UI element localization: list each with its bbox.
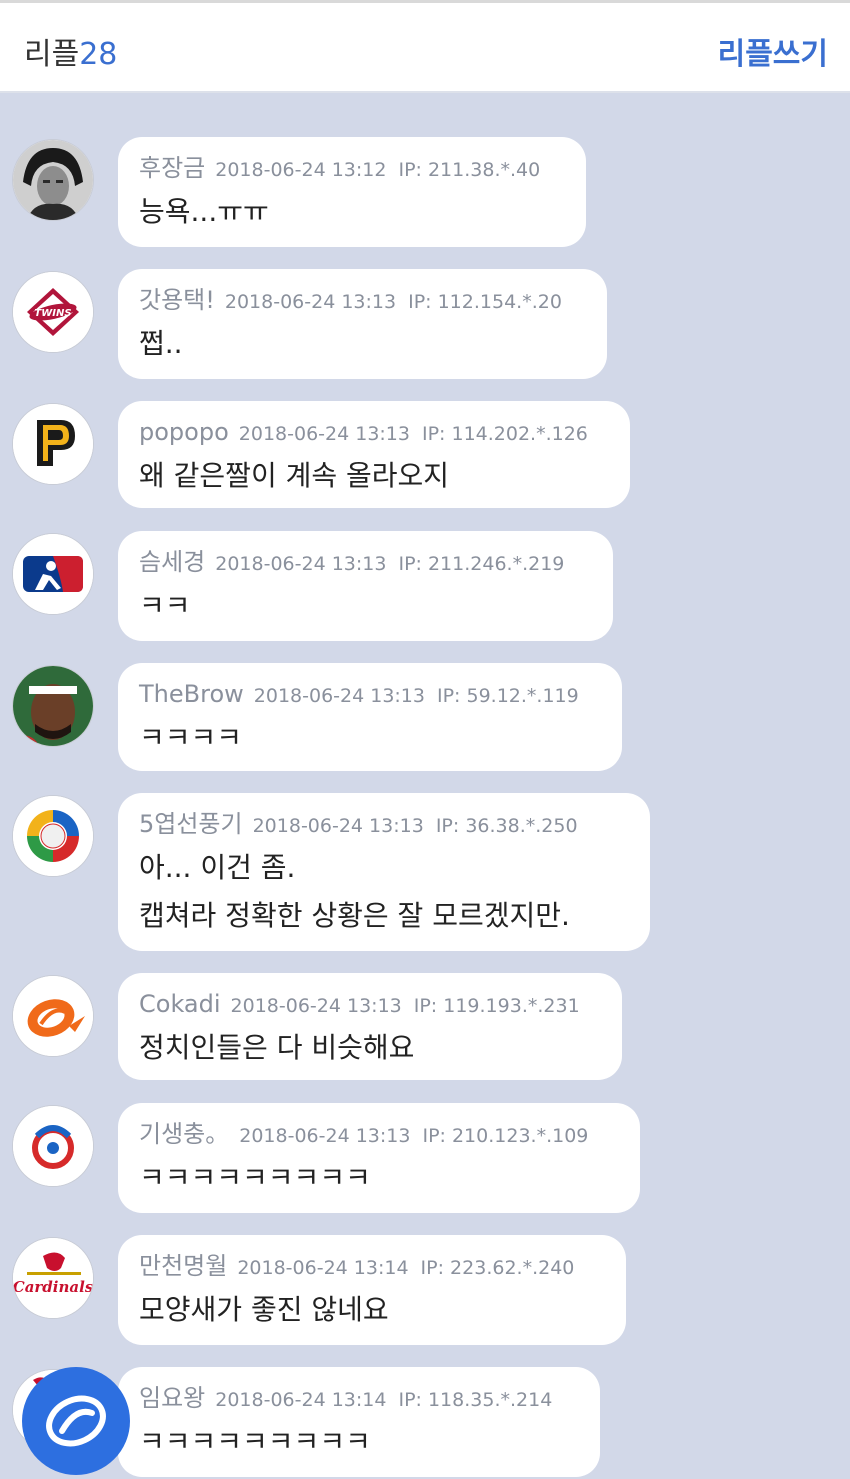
- comment-ip: IP: 211.246.*.219: [398, 553, 565, 575]
- comment-date: 2018-06-24 13:14: [215, 1389, 387, 1411]
- comment-meta: 후장금 2018-06-24 13:12 IP: 211.38.*.40: [139, 151, 566, 188]
- comment-text: 아... 이건 좀.: [139, 851, 296, 884]
- reply-count: 28: [79, 37, 118, 72]
- comment-ip: IP: 112.154.*.20: [408, 291, 562, 313]
- comment-text: 왜 같은짤이 계속 올라오지: [139, 459, 450, 492]
- comment-bubble: 슴세경 2018-06-24 13:13 IP: 211.246.*.219 ㅋㅋ: [118, 531, 613, 641]
- comment-date: 2018-06-24 13:14: [237, 1257, 409, 1279]
- comment-ip: IP: 59.12.*.119: [436, 685, 579, 707]
- reply-label-text: 리플: [24, 37, 80, 72]
- comment-date: 2018-06-24 13:13: [238, 423, 410, 445]
- comment-ip: IP: 211.38.*.40: [398, 159, 541, 181]
- comment-meta: 만천명월 2018-06-24 13:14 IP: 223.62.*.240: [139, 1249, 606, 1286]
- reply-count-label: 리플28: [24, 29, 117, 73]
- comment-bubble: 만천명월 2018-06-24 13:14 IP: 223.62.*.240 모양새…: [118, 1235, 626, 1345]
- comment-nickname[interactable]: 5엽선풍기: [139, 810, 243, 838]
- comment-nickname[interactable]: Cokadi: [139, 990, 221, 1018]
- comment-meta: Cokadi 2018-06-24 13:13 IP: 119.193.*.231: [139, 987, 602, 1024]
- comment-date: 2018-06-24 13:13: [239, 1125, 411, 1147]
- comment-bubble: TheBrow 2018-06-24 13:13 IP: 59.12.*.119 ㅋ…: [118, 663, 622, 771]
- cardinals-logo-icon[interactable]: Cardinals: [12, 1237, 94, 1319]
- comment-date: 2018-06-24 13:12: [215, 159, 387, 181]
- mlb-logo-icon[interactable]: [12, 533, 94, 615]
- wbc-logo-icon[interactable]: [12, 795, 94, 877]
- comment-bubble: popopo 2018-06-24 13:13 IP: 114.202.*.126 …: [118, 401, 630, 508]
- svg-text:TWINS: TWINS: [34, 308, 71, 319]
- pirates-logo-icon[interactable]: [12, 403, 94, 485]
- comment-date: 2018-06-24 13:13: [253, 685, 425, 707]
- comment-meta: 5엽선풍기 2018-06-24 13:13 IP: 36.38.*.250: [139, 807, 630, 844]
- comment-meta: 갓용택! 2018-06-24 13:13 IP: 112.154.*.20: [139, 283, 587, 320]
- comment-date: 2018-06-24 13:13: [215, 553, 387, 575]
- comment-nickname[interactable]: 갓용택!: [139, 286, 215, 314]
- comment-text: 모양새가 좋진 않네요: [139, 1293, 389, 1326]
- write-reply-button[interactable]: 리플쓰기: [718, 29, 828, 73]
- player-avatar-icon[interactable]: [12, 665, 94, 747]
- comment-meta: 슴세경 2018-06-24 13:13 IP: 211.246.*.219: [139, 545, 593, 582]
- comment-bubble: 후장금 2018-06-24 13:12 IP: 211.38.*.40 능욕...…: [118, 137, 586, 247]
- comment-date: 2018-06-24 13:13: [224, 291, 397, 313]
- comment-text: ㅋㅋ: [139, 589, 191, 622]
- comment-nickname[interactable]: 만천명월: [139, 1252, 227, 1280]
- comment-nickname[interactable]: 임요왕: [139, 1384, 205, 1412]
- comment-meta: 기생충。 2018-06-24 13:13 IP: 210.123.*.109: [139, 1117, 620, 1154]
- comment-nickname[interactable]: popopo: [139, 418, 229, 446]
- portrait-avatar-icon[interactable]: [12, 139, 94, 221]
- svg-text:Cardinals: Cardinals: [13, 1278, 93, 1296]
- comment-ip: IP: 210.123.*.109: [422, 1125, 589, 1147]
- comment-nickname[interactable]: 슴세경: [139, 548, 205, 576]
- comment-ip: IP: 36.38.*.250: [435, 815, 578, 837]
- comment-text: 쩝..: [139, 327, 183, 360]
- comment-text: 정치인들은 다 비슷해요: [139, 1031, 415, 1064]
- comment-text: ㅋㅋㅋㅋㅋㅋㅋㅋㅋ: [139, 1161, 371, 1194]
- kbo-logo-icon[interactable]: [12, 1105, 94, 1187]
- comment-ip: IP: 119.193.*.231: [413, 995, 580, 1017]
- comment-nickname[interactable]: TheBrow: [139, 680, 244, 708]
- comment-bubble: 임요왕 2018-06-24 13:14 IP: 118.35.*.214 ㅋㅋㅋㅋ…: [118, 1367, 600, 1477]
- comment-text: 능욕...ㅠㅠ: [139, 195, 269, 228]
- orange-swoosh-logo-icon[interactable]: [12, 975, 94, 1057]
- comment-meta: TheBrow 2018-06-24 13:13 IP: 59.12.*.119: [139, 677, 602, 714]
- comment-ip: IP: 118.35.*.214: [398, 1389, 553, 1411]
- comment-ip: IP: 114.202.*.126: [421, 423, 588, 445]
- comment-bubble: 갓용택! 2018-06-24 13:13 IP: 112.154.*.20 쩝..: [118, 269, 607, 379]
- comment-bubble: Cokadi 2018-06-24 13:13 IP: 119.193.*.231 …: [118, 973, 622, 1080]
- comment-meta: popopo 2018-06-24 13:13 IP: 114.202.*.126: [139, 415, 610, 452]
- comment-list: 후장금 2018-06-24 13:12 IP: 211.38.*.40 능욕...…: [0, 93, 850, 1477]
- comment-bubble: 5엽선풍기 2018-06-24 13:13 IP: 36.38.*.250 아..…: [118, 793, 650, 951]
- lg-twins-logo-icon[interactable]: TWINS: [12, 271, 94, 353]
- comment-nickname[interactable]: 기생충。: [139, 1120, 229, 1148]
- comment-bubble: 기생충。 2018-06-24 13:13 IP: 210.123.*.109 ㅋㅋ…: [118, 1103, 640, 1213]
- comment-text: 캡쳐라 정확한 상황은 잘 모르겠지만.: [139, 899, 570, 932]
- write-fab-icon[interactable]: [22, 1367, 130, 1475]
- comment-text: ㅋㅋㅋㅋ: [139, 721, 243, 754]
- comment-ip: IP: 223.62.*.240: [420, 1257, 575, 1279]
- comment-date: 2018-06-24 13:13: [252, 815, 424, 837]
- comment-text: ㅋㅋㅋㅋㅋㅋㅋㅋㅋ: [139, 1425, 371, 1458]
- comment-meta: 임요왕 2018-06-24 13:14 IP: 118.35.*.214: [139, 1381, 580, 1418]
- comment-nickname[interactable]: 후장금: [139, 154, 205, 182]
- comment-date: 2018-06-24 13:13: [230, 995, 402, 1017]
- reply-header: 리플28 리플쓰기: [0, 3, 850, 93]
